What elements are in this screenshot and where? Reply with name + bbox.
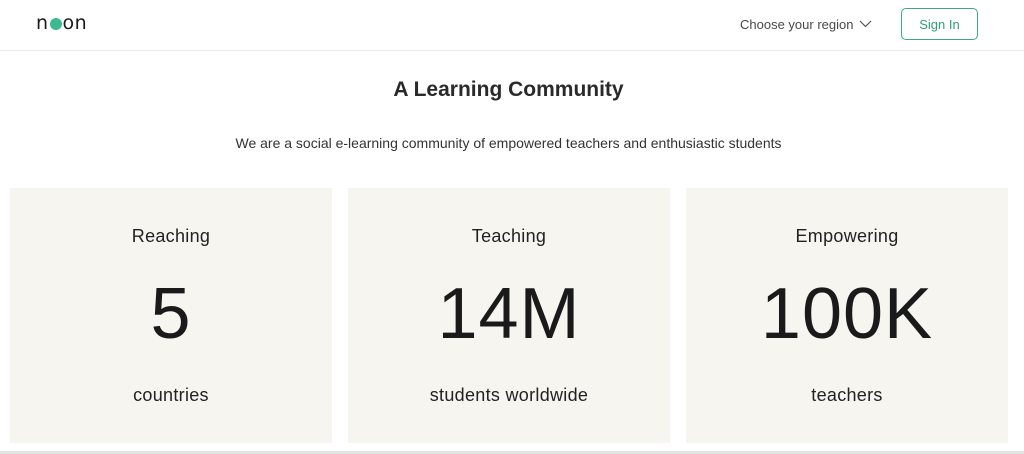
stat-caption: teachers <box>811 385 883 405</box>
logo-text-right: on <box>62 12 88 34</box>
noon-logo[interactable]: n on <box>36 12 88 34</box>
stat-value: 5 <box>150 274 192 354</box>
page-subtitle: We are a social e-learning community of … <box>235 135 782 151</box>
stat-value: 14M <box>437 274 581 354</box>
sign-in-button[interactable]: Sign In <box>901 8 978 40</box>
region-selector[interactable]: Choose your region <box>740 15 872 33</box>
chevron-down-icon <box>860 20 872 28</box>
stat-label: Teaching <box>471 226 547 246</box>
page-title: A Learning Community <box>393 78 624 101</box>
stat-card-empowering: Empowering 100K teachers <box>686 188 1008 443</box>
stat-label: Reaching <box>131 226 211 246</box>
stat-value: 100K <box>760 274 934 354</box>
logo-text-left: n <box>36 12 49 34</box>
logo-dot-icon <box>49 18 62 30</box>
stat-caption: countries <box>133 385 209 405</box>
region-selector-label: Choose your region <box>740 16 854 32</box>
top-header: n on Choose your region Sign In <box>0 0 1024 51</box>
stat-card-reaching: Reaching 5 countries <box>10 188 332 443</box>
stat-card-teaching: Teaching 14M students worldwide <box>348 188 670 443</box>
stat-label: Empowering <box>795 226 899 246</box>
stat-caption: students worldwide <box>429 385 589 405</box>
